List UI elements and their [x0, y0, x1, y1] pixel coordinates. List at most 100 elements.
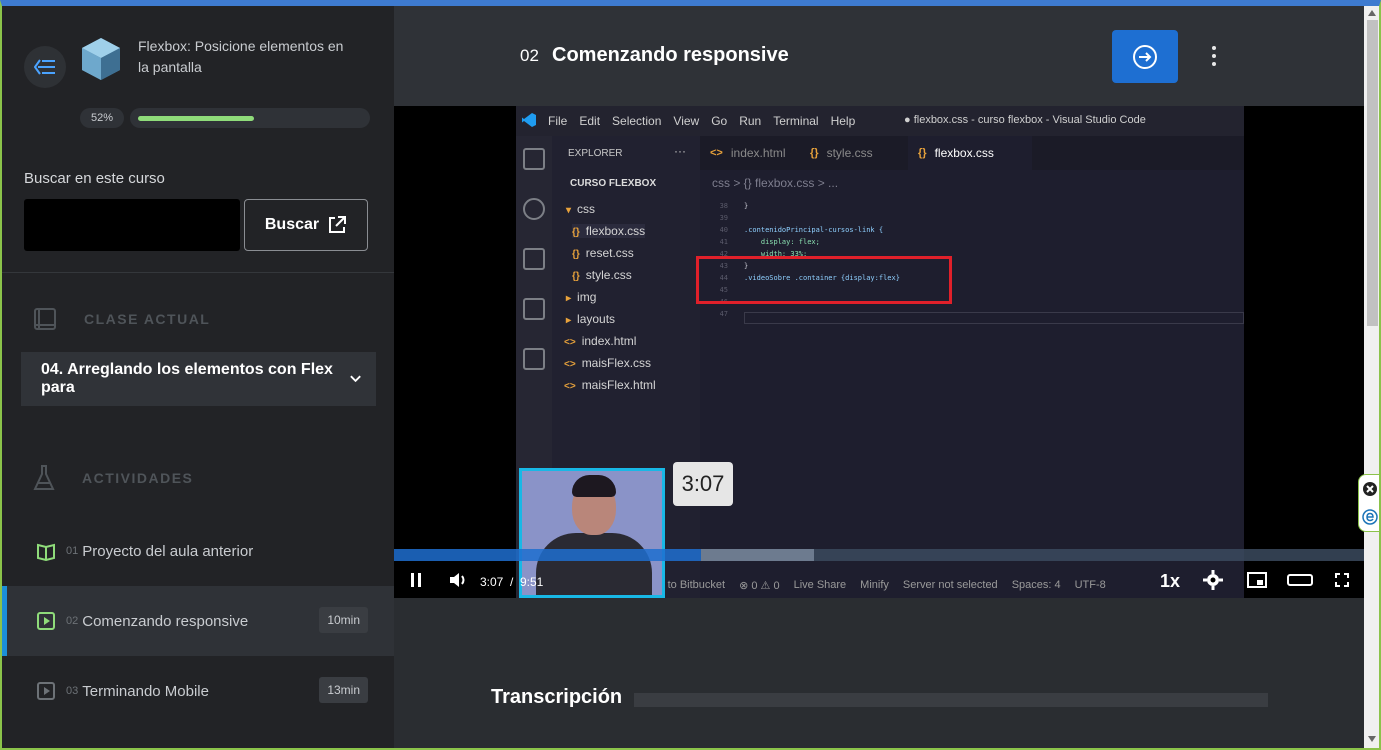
- editor-tab: <> index.html: [700, 136, 800, 170]
- course-progress-fill: [138, 116, 254, 121]
- gear-icon: [1203, 570, 1223, 590]
- line-number: 39: [719, 214, 728, 222]
- back-to-course-button[interactable]: [24, 46, 66, 88]
- current-class-heading: CLASE ACTUAL: [32, 306, 210, 332]
- pause-button[interactable]: [408, 568, 424, 592]
- seek-bar[interactable]: [394, 549, 1364, 561]
- dot-icon: [1212, 62, 1216, 66]
- current-class-select[interactable]: 04. Arreglando los elementos con Flex pa…: [21, 352, 376, 406]
- activity-number: 02: [66, 615, 79, 627]
- current-class-heading-label: CLASE ACTUAL: [84, 311, 211, 327]
- close-circle-icon[interactable]: [1362, 481, 1378, 497]
- course-search-input[interactable]: [24, 199, 240, 251]
- explorer-file: {} reset.css: [572, 246, 634, 260]
- scroll-down-arrow-icon[interactable]: [1368, 736, 1376, 742]
- scroll-thumb[interactable]: [1367, 20, 1378, 326]
- explorer-file: <> maisFlex.css: [564, 356, 651, 370]
- seek-played: [394, 549, 701, 561]
- playback-speed-button[interactable]: 1x: [1160, 571, 1180, 592]
- external-link-icon: [329, 216, 347, 233]
- search-button[interactable]: Buscar: [244, 199, 368, 251]
- editor-cursor-line: [744, 312, 1244, 324]
- explorer-file-name: layouts: [577, 312, 616, 326]
- vscode-tabs: <> index.html {} style.css {} flexbox.css: [700, 136, 1244, 170]
- line-number: 38: [719, 202, 728, 210]
- vscode-breadcrumb: css > {} flexbox.css > ...: [712, 176, 839, 190]
- explorer-file-name: reset.css: [585, 246, 634, 260]
- fullscreen-button[interactable]: [1334, 568, 1350, 592]
- file-type-icon: <>: [564, 359, 576, 370]
- editor-line: 39: [700, 214, 1244, 226]
- activity-duration: 13min: [319, 677, 368, 703]
- vscode-window-title: ● flexbox.css - curso flexbox - Visual S…: [904, 114, 1146, 126]
- explorer-file-name: maisFlex.css: [581, 356, 652, 370]
- search-icon: [523, 198, 545, 220]
- browser-viewport: Flexbox: Posicione elementos en la panta…: [0, 0, 1381, 750]
- course-header: Flexbox: Posicione elementos en la panta…: [2, 6, 394, 136]
- vscode-menu-item: Go: [711, 114, 728, 128]
- search-label: Buscar en este curso: [24, 170, 165, 187]
- line-code: }: [744, 202, 749, 210]
- vscode-logo-icon: [522, 113, 536, 127]
- transcript-placeholder-bar: [634, 693, 1268, 707]
- vscode-menubar: File Edit Selection View Go Run Terminal Help: [548, 114, 855, 128]
- course-cube-icon: [82, 38, 120, 80]
- current-time: 3:07: [480, 575, 504, 589]
- explorer-file: <> maisFlex.html: [564, 378, 656, 392]
- explorer-file-name: maisFlex.html: [581, 378, 656, 392]
- activity-item-02[interactable]: 02 Comenzando responsive 10min: [2, 586, 394, 656]
- vscode-menu-item: View: [673, 114, 700, 128]
- theater-mode-button[interactable]: [1286, 568, 1314, 592]
- dot-icon: [1212, 54, 1216, 58]
- page-scrollbar[interactable]: [1364, 6, 1379, 748]
- sidebar-divider: [2, 272, 394, 273]
- file-type-icon: {}: [572, 249, 580, 260]
- activity-name: Proyecto del aula anterior: [82, 542, 254, 560]
- line-number: 47: [719, 310, 728, 318]
- activities-heading: ACTIVIDADES: [32, 464, 193, 492]
- editor-line: 40 .contenidoPrincipal-cursos-link {: [700, 226, 1244, 238]
- file-type-icon: <>: [564, 337, 576, 348]
- volume-button[interactable]: [448, 568, 470, 592]
- seek-hover-time: 3:07: [673, 462, 733, 506]
- settings-button[interactable]: [1202, 568, 1224, 592]
- activity-number: 03: [66, 685, 79, 697]
- file-type-icon: {}: [810, 147, 819, 159]
- pause-icon: [411, 573, 421, 587]
- arrow-right-circle-icon: [1133, 44, 1157, 69]
- vscode-menu-item: Terminal: [773, 114, 819, 128]
- files-icon: [523, 148, 545, 170]
- activity-item-03[interactable]: 03 Terminando Mobile 13min: [2, 656, 394, 726]
- activity-name: Comenzando responsive: [82, 612, 249, 630]
- extension-widget[interactable]: [1358, 474, 1379, 532]
- explorer-more: ···: [674, 144, 686, 158]
- current-class-select-value: 04. Arreglando los elementos con Flex pa…: [41, 361, 333, 396]
- editor-tab-label: style.css: [826, 146, 873, 160]
- file-type-icon: <>: [564, 381, 576, 392]
- highlight-box: [696, 256, 952, 304]
- activity-item-01[interactable]: 01 Proyecto del aula anterior: [2, 516, 394, 586]
- player-controls: 3:07 / 9:51 1x: [394, 562, 1364, 598]
- next-lesson-button[interactable]: [1112, 30, 1178, 83]
- file-type-icon: {}: [572, 227, 580, 238]
- lesson-main: 02 Comenzando responsive File Edit Selec…: [394, 6, 1364, 748]
- activity-number: 01: [66, 545, 79, 557]
- course-sidebar: Flexbox: Posicione elementos en la panta…: [2, 6, 394, 748]
- course-title[interactable]: Flexbox: Posicione elementos en la panta…: [138, 36, 358, 78]
- extension-e-icon[interactable]: [1361, 509, 1378, 525]
- explorer-file-name: img: [577, 290, 597, 304]
- vscode-menu-item: Edit: [579, 114, 601, 128]
- explorer-file-name: index.html: [581, 334, 637, 348]
- miniplayer-button[interactable]: [1246, 568, 1268, 592]
- editor-line: 38}: [700, 202, 1244, 214]
- more-options-button[interactable]: [1204, 40, 1224, 72]
- editor-tab: {} style.css: [800, 136, 908, 170]
- vscode-menu-item: File: [548, 114, 568, 128]
- scroll-up-arrow-icon[interactable]: [1368, 10, 1376, 16]
- file-type-icon: {}: [572, 271, 580, 282]
- lesson-title: Comenzando responsive: [552, 44, 789, 66]
- explorer-file-name: css: [577, 202, 596, 216]
- line-number: 41: [719, 238, 728, 246]
- volume-icon: [450, 573, 465, 587]
- video-player[interactable]: File Edit Selection View Go Run Terminal Help ●…: [394, 106, 1364, 598]
